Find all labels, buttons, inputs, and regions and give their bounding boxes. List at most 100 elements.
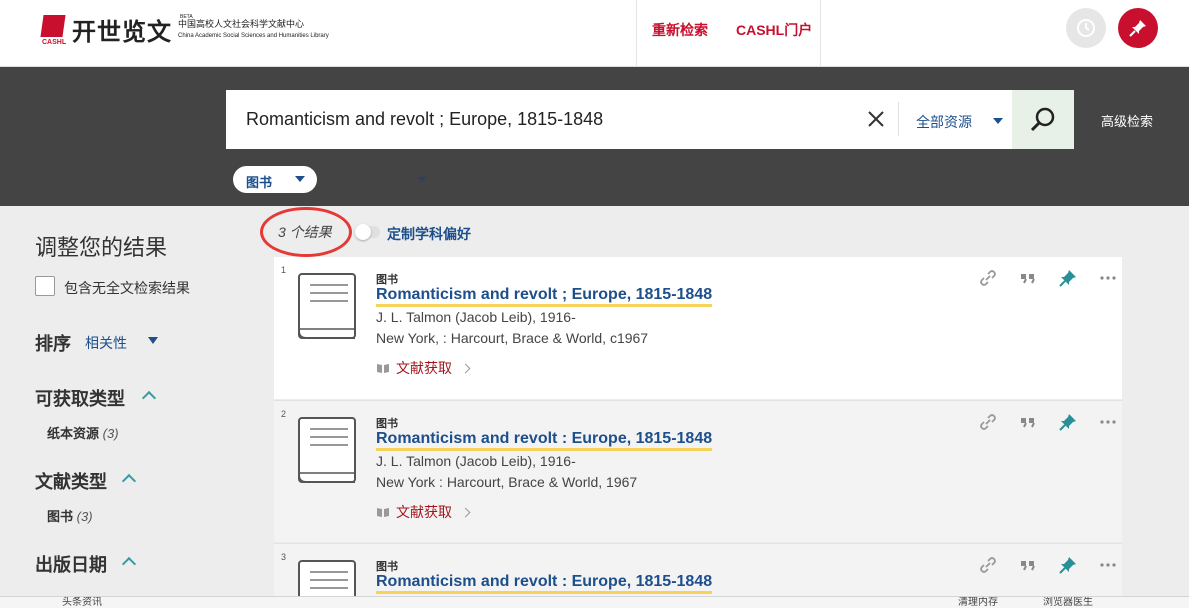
type-filter-select[interactable]: 图书: [233, 166, 317, 193]
sort-label: 排序: [35, 334, 71, 354]
clear-memory-button[interactable]: 清理内存: [958, 597, 998, 608]
result-title-link[interactable]: Romanticism and revolt : Europe, 1815-18…: [376, 573, 713, 594]
advanced-search-link[interactable]: 高级检索: [1101, 111, 1153, 130]
permalink-button[interactable]: [968, 413, 1008, 431]
chevron-up-icon[interactable]: [121, 556, 137, 572]
result-number: 2: [281, 409, 287, 419]
fulltext-checkbox[interactable]: [35, 276, 55, 296]
type-filter-label: 图书: [246, 175, 273, 190]
pin-result-button[interactable]: [1048, 269, 1088, 287]
pin-icon: [1059, 270, 1076, 287]
search-input[interactable]: [226, 90, 856, 149]
result-card[interactable]: 2 图书 Romanticism and revolt : Europe, 18…: [274, 400, 1122, 542]
annotation-circle: [260, 207, 352, 257]
more-options-button[interactable]: [1088, 556, 1122, 574]
facet-item-book[interactable]: 图书 (3): [47, 506, 93, 525]
clear-search-icon[interactable]: [864, 107, 888, 131]
result-actions: [968, 556, 1122, 574]
history-icon: [1077, 19, 1095, 37]
result-type: 图书: [376, 561, 398, 573]
browser-doctor-button[interactable]: 浏览器医生: [1043, 597, 1093, 608]
logo-mark-icon: CASHL: [40, 13, 68, 47]
get-document-link[interactable]: 文献获取: [376, 358, 471, 378]
more-options-button[interactable]: [1088, 269, 1128, 287]
result-title-link[interactable]: Romanticism and revolt ; Europe, 1815-18…: [376, 286, 713, 307]
news-feed-link[interactable]: 头条资讯: [62, 597, 102, 608]
chevron-right-icon: [460, 507, 471, 517]
link-icon: [980, 414, 996, 430]
permalink-button[interactable]: [968, 556, 1008, 574]
get-document-label: 文献获取: [396, 360, 452, 376]
result-card[interactable]: 3 图书 Romanticism and revolt : Europe, 18…: [274, 543, 1122, 596]
chevron-down-icon[interactable]: [417, 177, 427, 182]
more-icon: [1100, 276, 1116, 280]
chevron-down-icon[interactable]: [993, 118, 1003, 124]
result-number: 3: [281, 552, 287, 562]
subject-preference-label[interactable]: 定制学科偏好: [387, 224, 471, 244]
more-icon: [1100, 420, 1116, 424]
top-header: CASHL 开世览文 BETA 中国高校人文社会科学文献中心 China Aca…: [0, 0, 1189, 67]
get-document-link[interactable]: 文献获取: [376, 502, 471, 522]
sidebar-title: 调整您的结果: [35, 235, 168, 260]
result-type: 图书: [376, 418, 398, 430]
subject-preference-toggle[interactable]: [355, 224, 380, 240]
pin-result-button[interactable]: [1048, 556, 1088, 574]
quote-icon: [1021, 274, 1035, 284]
quote-icon: [1021, 418, 1035, 428]
pin-icon: [1059, 414, 1076, 431]
fulltext-checkbox-label[interactable]: 包含无全文检索结果: [64, 278, 190, 298]
chevron-right-icon: [460, 363, 471, 373]
facet-availability-title[interactable]: 可获取类型: [35, 385, 125, 411]
result-author: J. L. Talmon (Jacob Leib), 1916-: [376, 309, 576, 325]
pin-icon: [1059, 557, 1076, 574]
new-search-link[interactable]: 重新检索: [652, 20, 708, 40]
link-icon: [980, 557, 996, 573]
result-author: J. L. Talmon (Jacob Leib), 1916-: [376, 453, 576, 469]
logo-title: 开世览文: [72, 17, 172, 46]
resource-scope-select[interactable]: 全部资源: [916, 112, 972, 132]
history-button[interactable]: [1066, 8, 1106, 48]
chevron-down-icon: [295, 176, 305, 182]
cite-button[interactable]: [1008, 269, 1048, 287]
cashl-portal-link[interactable]: CASHL门户: [736, 20, 812, 40]
header-divider: [636, 0, 637, 67]
result-actions: [968, 269, 1128, 287]
more-options-button[interactable]: [1088, 413, 1128, 431]
search-button[interactable]: [1012, 90, 1074, 149]
result-type: 图书: [376, 274, 398, 286]
book-icon: [298, 273, 356, 339]
permalink-button[interactable]: [968, 269, 1008, 287]
chevron-up-icon[interactable]: [141, 390, 157, 406]
open-book-icon: [377, 508, 389, 517]
search-icon: [1030, 107, 1055, 131]
facet-pubdate-title[interactable]: 出版日期: [35, 551, 107, 577]
open-book-icon: [377, 364, 389, 373]
book-icon: [298, 560, 356, 596]
link-icon: [980, 270, 996, 286]
sort-select[interactable]: 相关性: [85, 333, 127, 353]
logo-subtitle-en: China Academic Social Sciences and Human…: [178, 32, 329, 39]
result-actions: [968, 413, 1128, 431]
refine-sidebar: 调整您的结果 包含无全文检索结果 排序 相关性 可获取类型 纸本资源 (3) 文…: [0, 206, 260, 606]
chevron-down-icon[interactable]: [148, 337, 158, 344]
pin-icon: [1129, 20, 1146, 37]
search-band: 全部资源 高级检索 图书: [0, 67, 1189, 206]
result-title-link[interactable]: Romanticism and revolt : Europe, 1815-18…: [376, 430, 713, 451]
result-publisher: New York : Harcourt, Brace & World, 1967: [376, 474, 638, 490]
get-document-label: 文献获取: [396, 504, 452, 520]
pinned-items-button[interactable]: [1118, 8, 1158, 48]
logo-subtitle-cn: 中国高校人文社会科学文献中心: [178, 18, 305, 29]
result-publisher: New York, : Harcourt, Brace & World, c19…: [376, 330, 649, 346]
cashl-logo[interactable]: CASHL 开世览文 BETA 中国高校人文社会科学文献中心 China Aca…: [40, 12, 329, 47]
chevron-up-icon[interactable]: [121, 473, 137, 489]
result-card[interactable]: 1 图书 Romanticism and revolt ; Europe, 18…: [274, 257, 1122, 399]
quote-icon: [1021, 561, 1035, 571]
cite-button[interactable]: [1008, 413, 1048, 431]
cite-button[interactable]: [1008, 556, 1048, 574]
header-divider: [820, 0, 821, 67]
facet-item-print[interactable]: 纸本资源 (3): [47, 423, 119, 442]
facet-doctype-title[interactable]: 文献类型: [35, 468, 107, 494]
pin-result-button[interactable]: [1048, 413, 1088, 431]
logo-beta: BETA: [180, 14, 193, 20]
logo-caption: CASHL: [42, 38, 67, 46]
